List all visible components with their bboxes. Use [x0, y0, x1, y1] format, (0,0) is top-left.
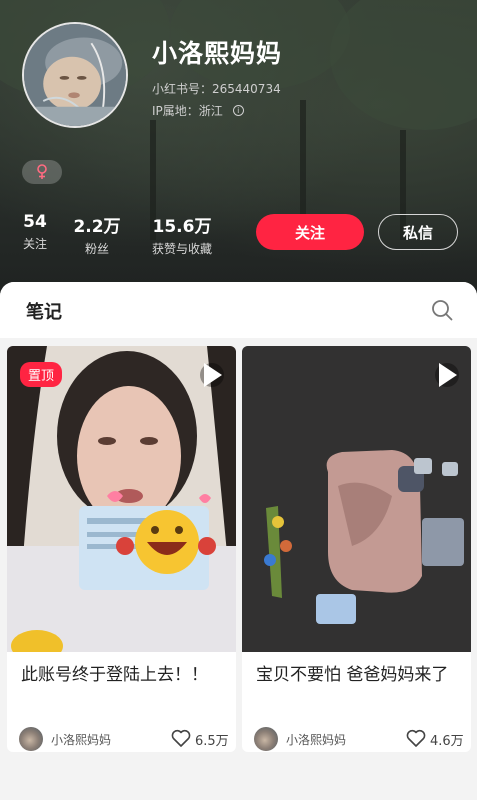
- cover-photo: [242, 346, 471, 652]
- note-title[interactable]: 此账号终于登陆上去！！: [21, 662, 226, 689]
- pinned-badge: 置顶: [20, 362, 63, 387]
- stat-value: 15.6万: [152, 217, 212, 237]
- like-count: 4.6万: [430, 734, 464, 749]
- note-footer: 小洛熙妈妈 6.5万: [19, 726, 229, 751]
- info-icon[interactable]: i: [232, 105, 244, 116]
- video-play-icon: [200, 363, 224, 387]
- message-button[interactable]: 私信: [378, 214, 458, 250]
- cover-photo: [7, 346, 236, 652]
- tab-bar: 笔记: [0, 282, 477, 338]
- avatar[interactable]: [22, 22, 128, 128]
- note-cover-image[interactable]: 置顶: [7, 346, 236, 652]
- stat-followers[interactable]: 2.2万 粉丝: [72, 212, 122, 257]
- stat-label: 获赞与收藏: [151, 242, 212, 256]
- ip-location: IP属地：浙江 i: [152, 102, 244, 119]
- search-icon[interactable]: [431, 299, 453, 321]
- author-name[interactable]: 小洛熙妈妈: [286, 731, 346, 748]
- like-count: 6.5万: [195, 734, 229, 749]
- stat-label: 粉丝: [84, 242, 109, 256]
- avatar-image: [24, 24, 126, 126]
- note-card[interactable]: 宝贝不要怕 爸爸妈妈来了 小洛熙妈妈 4.6万: [242, 346, 471, 752]
- note-title[interactable]: 宝贝不要怕 爸爸妈妈来了: [256, 662, 461, 689]
- author-name[interactable]: 小洛熙妈妈: [51, 731, 111, 748]
- stat-label: 关注: [22, 237, 47, 251]
- ip-location-text: IP属地：浙江: [152, 104, 223, 118]
- gender-tag: [22, 160, 62, 184]
- video-play-icon: [435, 363, 459, 387]
- notes-panel: 笔记 置顶 此账号终于登陆上去！！ 小洛熙妈妈 6.5万 宝贝不要怕 爸爸妈妈来…: [0, 282, 477, 800]
- background-foliage: [330, 0, 477, 130]
- stat-following[interactable]: 54 关注: [18, 212, 52, 252]
- heart-icon[interactable]: [406, 729, 426, 747]
- note-cover-image[interactable]: [242, 346, 471, 652]
- profile-header: 小洛熙妈妈 小红书号：265440734 IP属地：浙江 i 54 关注 2.2…: [0, 0, 477, 300]
- author-avatar[interactable]: [19, 727, 43, 751]
- stat-likes-collects[interactable]: 15.6万 获赞与收藏: [142, 212, 222, 257]
- note-card[interactable]: 置顶 此账号终于登陆上去！！ 小洛熙妈妈 6.5万: [7, 346, 236, 752]
- follow-button[interactable]: 关注: [256, 214, 364, 250]
- profile-nickname: 小洛熙妈妈: [152, 39, 283, 68]
- red-id-text: 小红书号：265440734: [152, 82, 281, 96]
- tab-notes[interactable]: 笔记: [26, 298, 62, 324]
- female-symbol-icon: [37, 164, 47, 179]
- stat-value: 54: [23, 212, 47, 232]
- note-footer: 小洛熙妈妈 4.6万: [254, 726, 464, 751]
- stat-value: 2.2万: [73, 217, 121, 237]
- author-avatar[interactable]: [254, 727, 278, 751]
- heart-icon[interactable]: [171, 729, 191, 747]
